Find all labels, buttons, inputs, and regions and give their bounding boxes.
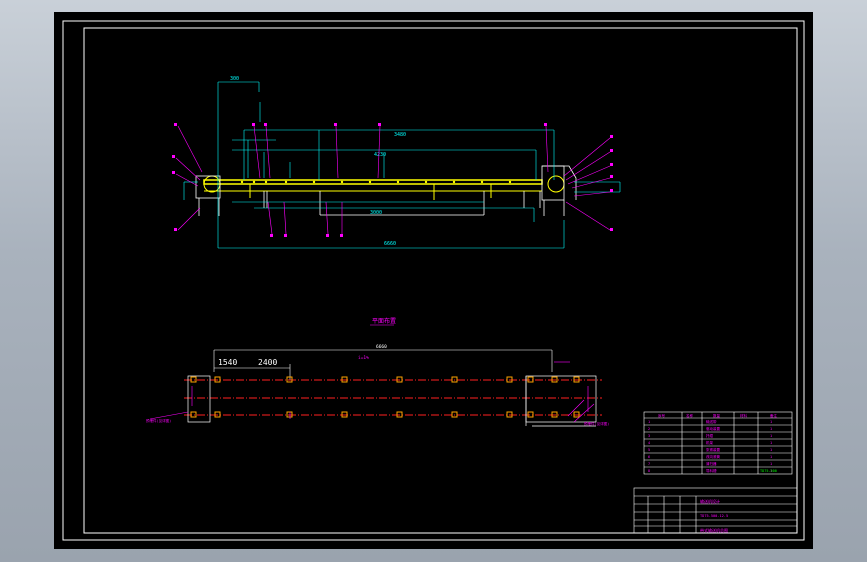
sheet-inner-border — [83, 27, 798, 534]
parts-header-0: 序号 — [658, 413, 666, 418]
elev-overall-dim: 6660 — [384, 241, 396, 247]
plan-view: 平面布置 6660 1540 2400 i=1% 预埋件(见详图) 预埋件(见详… — [146, 317, 609, 427]
parts-row-0-no: 1 — [648, 420, 650, 424]
parts-row-6-no: 7 — [648, 462, 650, 466]
parts-row-7-name: 导料槽 — [706, 468, 717, 473]
parts-row-5-no: 6 — [648, 455, 650, 459]
sheet-outer-border — [62, 20, 805, 541]
plan-left-note: 预埋件(见详图) — [146, 418, 171, 423]
parts-row-2-qty: 1 — [770, 434, 772, 438]
parts-row-5-name: 改向滚筒 — [706, 454, 720, 459]
parts-row-1-name: 驱动装置 — [706, 426, 720, 431]
plan-dim-2400: 2400 — [258, 358, 277, 367]
plan-title: 平面布置 — [372, 317, 396, 325]
parts-row-1-no: 2 — [648, 427, 650, 431]
elev-top-dim: 300 — [230, 76, 239, 82]
elevation-view: 6660 3480 4230 3000 300 — [172, 76, 621, 249]
parts-header-3: 材料 — [740, 413, 748, 418]
title-drawing-no: TD75-500-12.5 — [700, 514, 728, 518]
cad-viewport[interactable]: 6660 3480 4230 3000 300 平面布置 6660 1540 2… — [54, 12, 813, 549]
parts-row-4-qty: 1 — [770, 448, 772, 452]
plan-overall-dim: 6660 — [376, 344, 387, 350]
plan-right-note: 预埋件(见详图) — [584, 421, 609, 426]
parts-row-3-qty: 1 — [770, 441, 772, 445]
elev-upper-dim: 3480 — [394, 132, 406, 138]
plan-dim-1540: 1540 — [218, 358, 237, 367]
title-block: 序号 名称 数量 材料 备注 1 输送带 1 2 驱动装置 1 3 托辊 1 4… — [633, 411, 798, 534]
elevation-dimensions — [183, 81, 621, 249]
parts-row-0-name: 输送带 — [706, 419, 717, 424]
title-project: 输送机设计 — [700, 498, 720, 504]
parts-row-3-no: 4 — [648, 441, 650, 445]
cad-drawing-canvas: 6660 3480 4230 3000 300 平面布置 6660 1540 2… — [62, 20, 805, 541]
parts-row-6-qty: 1 — [770, 462, 772, 466]
plan-leaders — [149, 361, 595, 423]
parts-row-5-qty: 1 — [770, 455, 772, 459]
title-block-grid — [633, 487, 798, 534]
tail-frame — [541, 165, 565, 201]
parts-row-3-name: 机架 — [706, 440, 714, 445]
parts-row-0-qty: 1 — [770, 420, 772, 424]
plan-foundation-outline — [187, 375, 597, 427]
elev-span-dim: 3000 — [370, 210, 382, 216]
parts-row-2-name: 托辊 — [706, 433, 714, 438]
parts-header-2: 数量 — [713, 413, 721, 418]
parts-row-4-no: 5 — [648, 448, 650, 452]
plan-slope-label: i=1% — [358, 355, 369, 361]
title-drawing-name: 带式输送机总图 — [700, 527, 728, 533]
parts-row-2-no: 3 — [648, 434, 650, 438]
highlight-note: TD75-500 — [760, 469, 777, 473]
elev-mid-dim: 4230 — [374, 152, 386, 158]
parts-header-1: 名称 — [686, 413, 694, 418]
parts-header-4: 备注 — [770, 413, 778, 418]
plan-piers — [190, 376, 580, 418]
plan-centerlines — [184, 379, 602, 416]
parts-row-6-name: 清扫器 — [706, 461, 717, 466]
parts-row-7-no: 8 — [648, 469, 650, 473]
tail-drum — [547, 175, 565, 193]
belt-idlers — [240, 180, 512, 184]
parts-row-1-qty: 1 — [770, 427, 772, 431]
parts-row-4-name: 张紧装置 — [706, 447, 720, 452]
